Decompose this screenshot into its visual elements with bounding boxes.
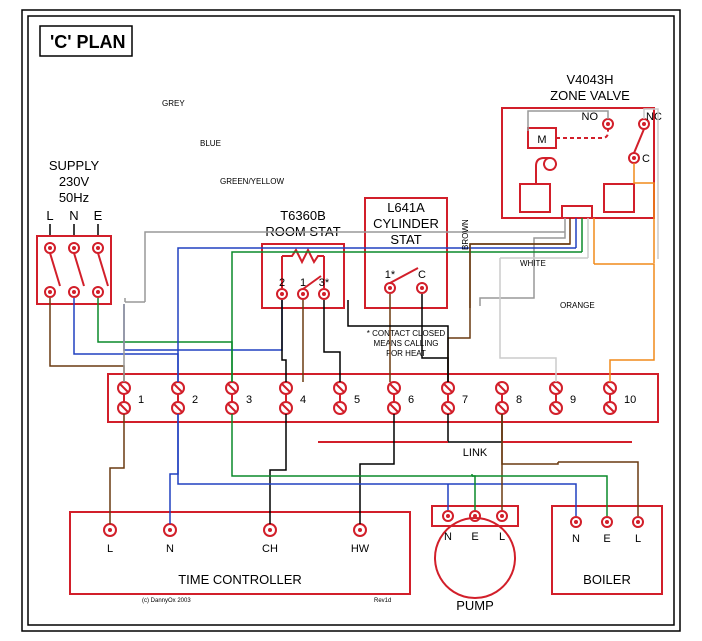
supply-pin-l: L <box>46 208 53 223</box>
svg-text:C: C <box>642 153 650 165</box>
wire-label-white: WHITE <box>520 259 546 268</box>
svg-text:TIME CONTROLLER: TIME CONTROLLER <box>178 572 302 587</box>
svg-text:BOILER: BOILER <box>583 572 631 587</box>
svg-text:L: L <box>635 533 641 545</box>
svg-text:1*: 1* <box>385 269 396 281</box>
svg-text:E: E <box>603 533 610 545</box>
svg-text:N: N <box>572 533 580 545</box>
svg-text:NC: NC <box>646 111 662 123</box>
svg-text:CH: CH <box>262 543 278 555</box>
supply-voltage: 230V <box>59 174 90 189</box>
junction-terminals: 1 2 3 4 5 6 <box>118 382 636 414</box>
supply-label: SUPPLY <box>49 158 100 173</box>
supply-freq: 50Hz <box>59 190 89 205</box>
link-wire <box>448 414 502 442</box>
svg-text:FOR HEAT: FOR HEAT <box>386 349 426 358</box>
cylstat-name: CYLINDER <box>373 216 439 231</box>
credits-copy: (c) DannyOx 2003 <box>142 598 191 604</box>
zonevalve-model: V4043H <box>567 72 614 87</box>
svg-text:1: 1 <box>300 277 306 289</box>
svg-text:C: C <box>418 269 426 281</box>
wire-label-green: GREEN/YELLOW <box>220 177 284 186</box>
room-stat: 2 1 3* <box>262 244 344 308</box>
svg-text:M: M <box>537 134 546 146</box>
svg-text:3: 3 <box>246 394 252 406</box>
cylstat-name2: STAT <box>390 232 421 247</box>
svg-text:5: 5 <box>354 394 360 406</box>
roomstat-model: T6360B <box>280 208 326 223</box>
svg-text:2: 2 <box>192 394 198 406</box>
cylstat-model: L641A <box>387 200 425 215</box>
svg-text:2: 2 <box>279 277 285 289</box>
svg-text:L: L <box>107 543 113 555</box>
wiring-diagram: 'C' PLAN SUPPLY 230V 50Hz L N E T6360B R… <box>0 0 702 641</box>
svg-text:3*: 3* <box>319 277 330 289</box>
svg-text:E: E <box>471 531 478 543</box>
credits-rev: Rev1d <box>374 598 391 604</box>
svg-text:7: 7 <box>462 394 468 406</box>
svg-text:9: 9 <box>570 394 576 406</box>
svg-text:N: N <box>166 543 174 555</box>
svg-text:* CONTACT CLOSED: * CONTACT CLOSED <box>367 329 446 338</box>
svg-text:N: N <box>444 531 452 543</box>
svg-text:10: 10 <box>624 394 636 406</box>
pump: N E L PUMP <box>432 506 518 613</box>
svg-text:1: 1 <box>138 394 144 406</box>
svg-text:6: 6 <box>408 394 414 406</box>
wire-supply-e <box>98 298 232 382</box>
supply-pin-n: N <box>69 208 78 223</box>
zone-valve: M NO NC C <box>502 108 662 218</box>
svg-text:PUMP: PUMP <box>456 598 494 613</box>
supply-isolator <box>37 236 111 304</box>
wire-supply-l <box>50 298 124 382</box>
wire-supply-n <box>74 298 178 382</box>
diagram-title: 'C' PLAN <box>50 32 126 52</box>
wire-label-orange: ORANGE <box>560 301 595 310</box>
svg-text:8: 8 <box>516 394 522 406</box>
link-label: LINK <box>463 447 488 459</box>
svg-text:L: L <box>499 531 505 543</box>
wire-label-brown: BROWN <box>461 219 470 250</box>
zonevalve-name: ZONE VALVE <box>550 88 630 103</box>
svg-text:NO: NO <box>582 111 599 123</box>
wire-label-grey: GREY <box>162 99 185 108</box>
svg-text:HW: HW <box>351 543 370 555</box>
boiler: N E L BOILER <box>552 506 662 594</box>
svg-text:4: 4 <box>300 394 306 406</box>
supply-pin-e: E <box>94 208 103 223</box>
time-controller: L N CH HW TIME CONTROLLER <box>70 512 410 594</box>
wire-label-blue: BLUE <box>200 139 221 148</box>
svg-text:MEANS CALLING: MEANS CALLING <box>374 339 439 348</box>
